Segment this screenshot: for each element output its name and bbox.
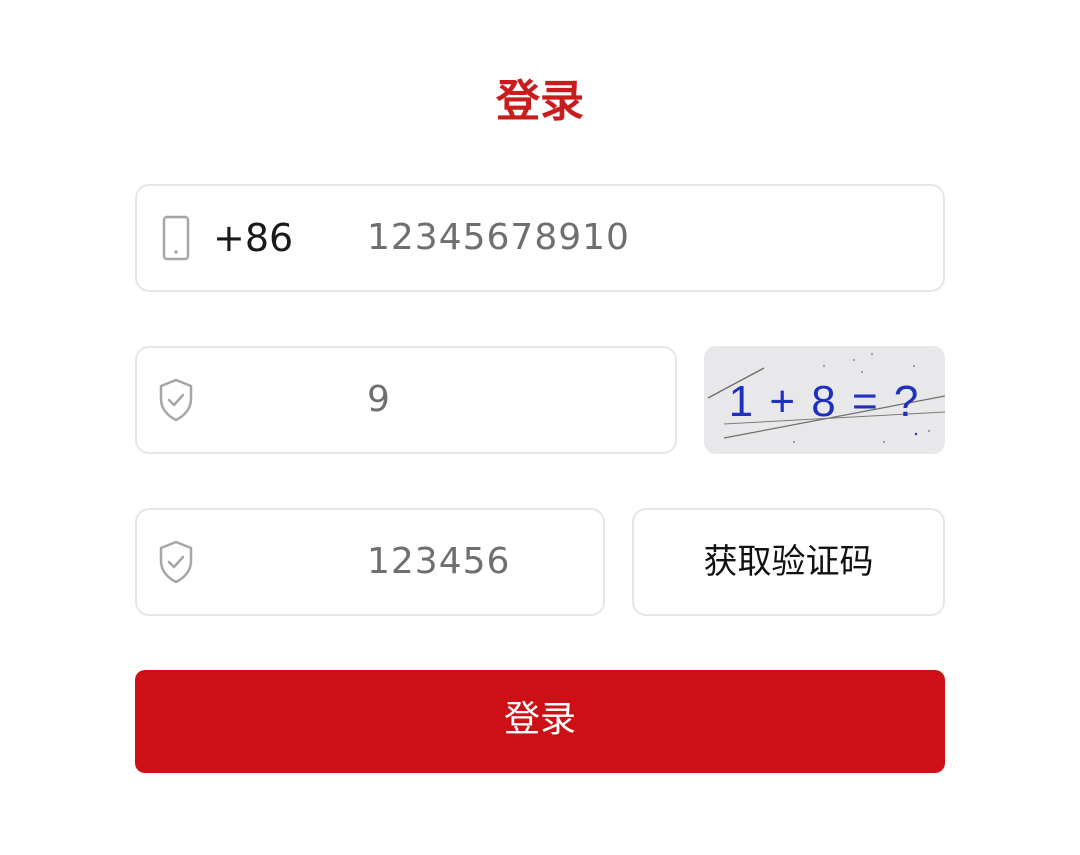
captcha-input[interactable]: 9: [367, 348, 391, 452]
sms-code-input[interactable]: 123456: [367, 510, 510, 614]
login-button[interactable]: 登录: [135, 670, 945, 773]
captcha-text: 1 + 8 = ?: [728, 377, 921, 426]
shield-check-icon: [159, 378, 193, 422]
phone-icon: [162, 215, 190, 261]
phone-input[interactable]: 12345678910: [367, 186, 630, 290]
captcha-image[interactable]: 1 + 8 = ?: [704, 346, 945, 454]
country-code[interactable]: +86: [213, 186, 293, 290]
sms-code-field[interactable]: 123456: [135, 508, 605, 616]
page-title: 登录: [496, 76, 584, 127]
get-code-button[interactable]: 获取验证码: [632, 508, 945, 616]
captcha-field[interactable]: 9: [135, 346, 677, 454]
shield-check-icon: [159, 540, 193, 584]
phone-field[interactable]: +86 12345678910: [135, 184, 945, 292]
